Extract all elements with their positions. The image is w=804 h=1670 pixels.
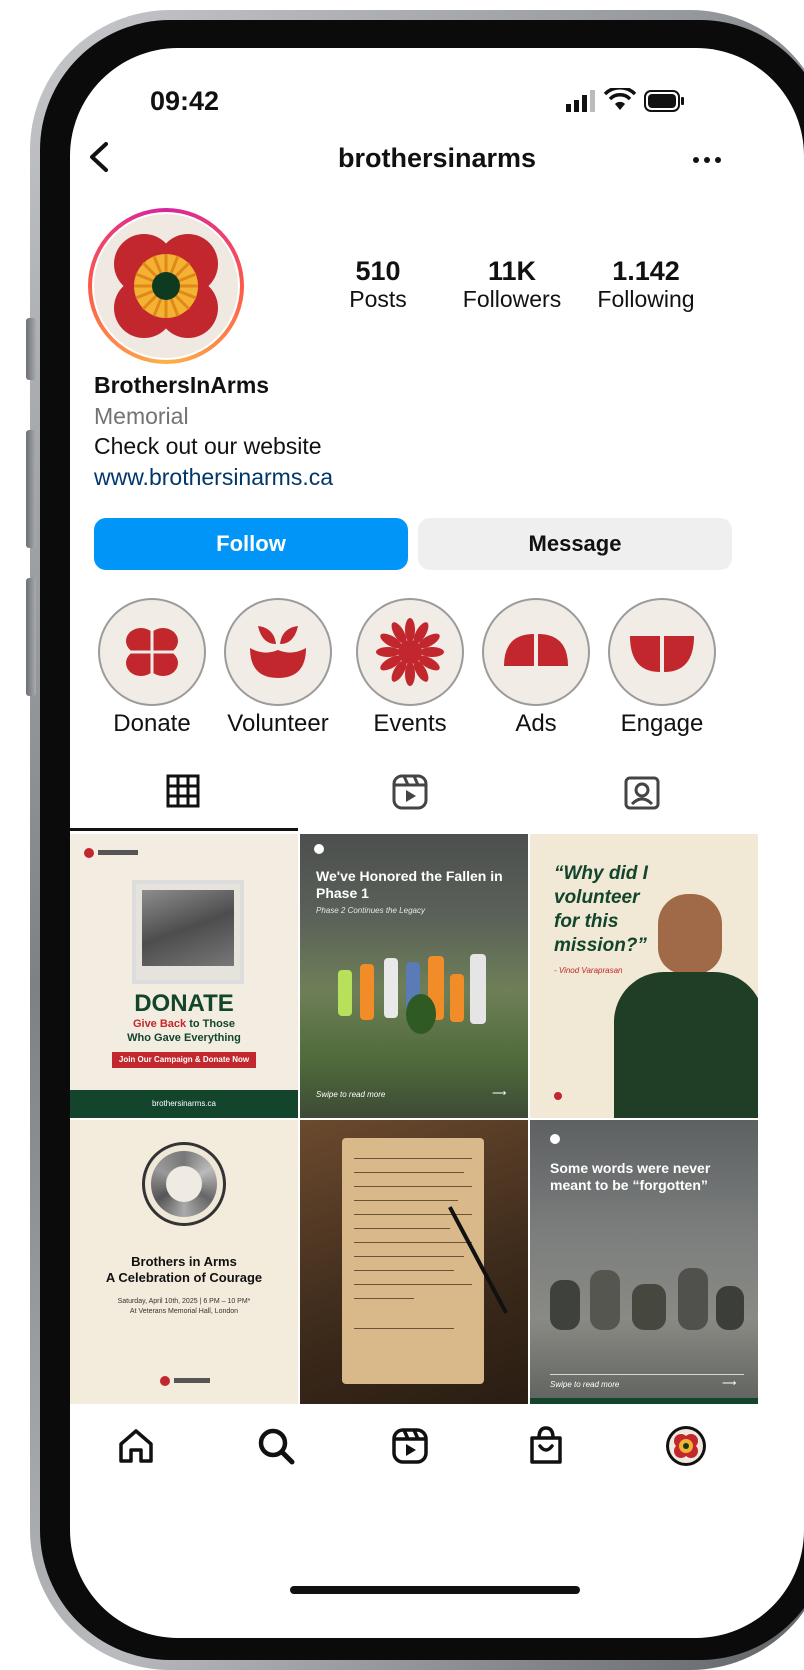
letter-paper-image [342,1138,484,1384]
silent-switch [26,318,36,380]
stat-followers-label[interactable]: Followers [452,286,572,313]
profile-avatar[interactable] [666,1426,706,1466]
signal-icon [566,90,596,117]
brand-logo-icon [160,1376,170,1386]
search-icon[interactable] [256,1426,296,1471]
donate-line1: Give Back to Those [70,1018,298,1030]
stat-following-value[interactable]: 1.142 [586,256,706,287]
post-letter[interactable] [300,1120,528,1404]
donate-title: DONATE [134,990,234,1017]
profile-name: BrothersInArms [94,372,270,398]
highlight-ads[interactable] [482,598,590,706]
avatar [94,214,238,358]
reels-icon[interactable] [390,1426,430,1471]
profile-bio: Check out our website [94,433,322,459]
donate-line2: Who Gave Everything [127,1032,241,1044]
arrow-right-icon: ⟶ [722,1378,737,1389]
volunteer-quote: “Why did I volunteer for this mission?” [554,863,648,956]
battery-icon [644,90,686,117]
post-words[interactable]: Some words were never meant to be “forgo… [530,1120,758,1404]
words-swipe: Swipe to read more [550,1380,620,1389]
post-donate[interactable]: DONATE Give Back to Those Who Gave Every… [70,834,298,1118]
post-photo-frame [132,880,244,984]
honored-title: We've Honored the Fallen in Phase 1 [316,868,503,901]
highlight-label-engage[interactable]: Engage [582,710,742,738]
profile-username: brothersinarms [337,143,537,173]
more-icon[interactable] [692,152,722,170]
brand-logo-icon [84,848,94,858]
brand-logo-icon [550,1134,560,1144]
shop-icon[interactable] [526,1424,566,1471]
grid-icon[interactable] [166,774,200,813]
reels-tab-icon[interactable] [392,774,428,815]
honored-subtitle: Phase 2 Continues the Legacy [316,906,425,915]
donate-footer: brothersinarms.ca [70,1090,298,1118]
post-honored[interactable]: We've Honored the Fallen in Phase 1 Phas… [300,834,528,1118]
medallion-image [142,1142,226,1226]
donate-cta: Join Our Campaign & Donate Now [112,1052,256,1068]
honored-swipe: Swipe to read more [316,1090,386,1099]
volume-up-button [26,430,36,548]
volunteer-attribution: - Vinod Varaprasan [554,966,623,975]
brand-logo-icon [314,844,324,854]
avatar-ring[interactable] [88,208,244,364]
words-title: Some words were never meant to be “forgo… [550,1160,711,1193]
donate-line1-rest: to Those [186,1018,236,1030]
celebration-date: Saturday, April 10th, 2025 | 6 PM – 10 P… [117,1298,251,1305]
soldiers-photo [540,1250,750,1360]
highlight-engage[interactable] [608,598,716,706]
brand-logo-icon [554,1092,562,1100]
stat-posts-value: 510 [355,256,401,286]
donate-highlight-icon [98,598,206,706]
screen: 09:42 brothersinarms 510 Posts 11K Follo… [70,48,804,1638]
status-time: 09:42 [150,86,220,116]
volunteer-portrait-face [658,894,722,974]
celebration-subtitle: A Celebration of Courage [105,1270,263,1285]
highlight-volunteer[interactable] [224,598,332,706]
volunteer-highlight-icon [224,598,332,706]
soldiers-photo [142,890,234,966]
highlight-events[interactable] [356,598,464,706]
tab-active-indicator [70,828,298,831]
wifi-icon [603,86,637,117]
profile-category: Memorial [94,403,189,429]
volunteers-photo [320,944,510,1054]
celebration-title: Brothers in Arms [131,1254,237,1269]
tagged-icon[interactable] [624,774,660,815]
stat-posts-label: Posts [349,286,407,312]
post-celebration[interactable]: Brothers in Arms A Celebration of Courag… [70,1120,298,1404]
events-highlight-icon [356,598,464,706]
message-button[interactable]: Message [418,518,732,570]
follow-button[interactable]: Follow [94,518,408,570]
donate-line1-red: Give Back [132,1018,187,1030]
stat-following-label[interactable]: Following [586,286,706,313]
post-volunteer[interactable]: “Why did I volunteer for this mission?” … [530,834,758,1118]
arrow-right-icon: ⟶ [492,1088,507,1099]
home-indicator[interactable] [290,1586,580,1594]
highlight-donate[interactable] [98,598,206,706]
engage-highlight-icon [608,598,716,706]
stat-followers-value[interactable]: 11K [452,256,572,287]
celebration-venue: At Veterans Memorial Hall, London [129,1308,239,1315]
volume-down-button [26,578,36,696]
brand-wordmark [174,1378,210,1383]
profile-link[interactable]: www.brothersinarms.ca [94,464,333,491]
back-icon[interactable] [86,140,114,179]
brand-wordmark [98,850,138,855]
volunteer-portrait-body [614,972,758,1118]
ads-highlight-icon [482,598,590,706]
home-icon[interactable] [116,1426,156,1471]
